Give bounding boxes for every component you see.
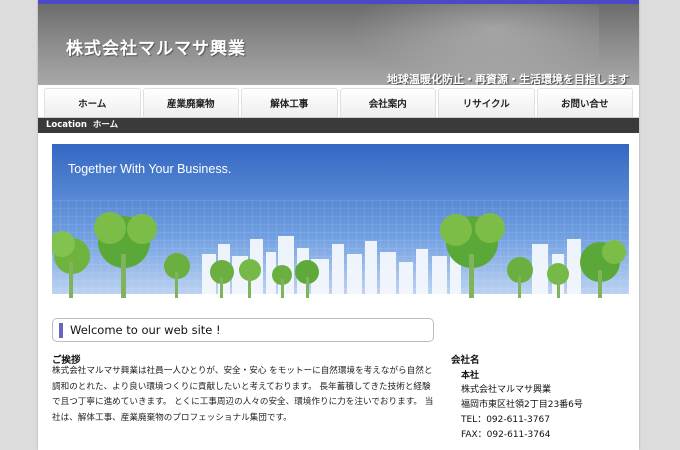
site-tagline: 地球温暖化防止・再資源・生活環境を目指します [387,73,629,85]
welcome-title: Welcome to our web site ! [70,323,221,337]
site-header: 株式会社マルマサ興業 地球温暖化防止・再資源・生活環境を目指します [38,4,639,85]
nav-item-demolition[interactable]: 解体工事 [241,88,338,117]
breadcrumb: Location ホーム [38,118,639,133]
welcome-accent-bar [59,322,63,338]
ground [52,294,629,309]
company-tel: TEL：092-611-3767 [461,415,550,425]
nav-item-company[interactable]: 会社案内 [339,88,436,117]
company-address: 福岡市東区社領2丁目23番6号 [461,400,583,410]
hero-banner: Together With Your Business. [52,144,629,309]
site-title[interactable]: 株式会社マルマサ興業 [66,34,246,59]
nav-item-contact[interactable]: お問い合せ [536,88,633,117]
breadcrumb-label: Location [46,120,87,130]
company-fax: FAX：092-611-3764 [461,430,551,440]
greeting-body: 株式会社マルマサ興業は社員一人ひとりが、安全・安心 をモットーに自然環境を考えな… [52,366,434,423]
nav-item-recycle[interactable]: リサイクル [438,88,535,117]
nav-item-home[interactable]: ホーム [44,88,141,117]
company-name: 株式会社マルマサ興業 [461,385,552,395]
breadcrumb-current[interactable]: ホーム [93,120,118,130]
main-nav: ホーム 産業廃棄物 解体工事 会社案内 リサイクル お問い合せ [38,85,639,118]
page-container: 株式会社マルマサ興業 地球温暖化防止・再資源・生活環境を目指します ホーム 産業… [38,0,639,450]
hero-illustration: Together With Your Business. [52,144,629,309]
company-office: 本社 [461,371,480,381]
welcome-box: Welcome to our web site ! [52,318,434,342]
hero-caption: Together With Your Business. [68,162,231,176]
company-info: 会社名 本社 株式会社マルマサ興業 福岡市東区社領2丁目23番6号 TEL：09… [451,352,631,443]
company-heading: 会社名 [451,355,480,366]
nav-item-industrial-waste[interactable]: 産業廃棄物 [142,88,239,117]
